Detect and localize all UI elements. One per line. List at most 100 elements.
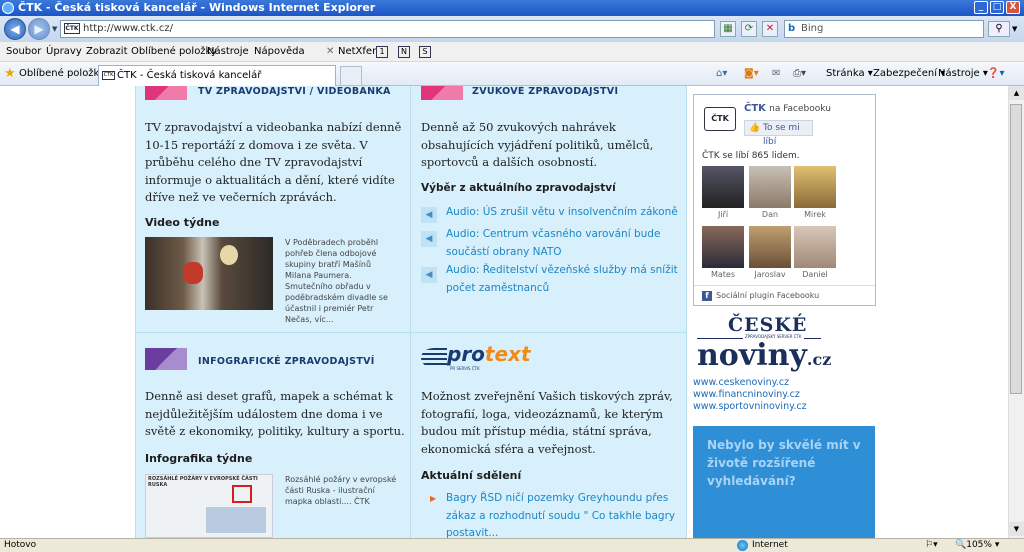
status-bar: Hotovo Internet ⚐▾ 🔍105% ▾ (0, 538, 1024, 552)
video-thumbnail[interactable] (145, 237, 273, 310)
infographic-week-heading: Infografika týdne (145, 452, 253, 465)
zoom-control[interactable]: 🔍105% ▾ (955, 539, 999, 552)
protected-mode-icon[interactable]: ⚐▾ (925, 539, 938, 552)
search-placeholder: Bing (801, 23, 824, 34)
tv-title[interactable]: TV ZPRAVODAJSTVÍ / VIDEOBANKA (198, 86, 391, 97)
tv-text: TV zpravodajství a videobanka nabízí den… (145, 120, 402, 204)
window-title-bar: ČTK - Česká tisková kancelář - Windows I… (0, 0, 1024, 16)
toolbar-n-icon[interactable]: N (398, 46, 410, 58)
fb-face-dan[interactable] (749, 166, 791, 208)
history-dropdown-icon[interactable]: ▼ (52, 25, 57, 33)
fb-face-jiri[interactable] (702, 166, 744, 208)
audio-link-3[interactable]: Audio: Ředitelství vězeňské služby má sn… (446, 262, 678, 297)
link-financninoviny[interactable]: www.financninoviny.cz (693, 389, 800, 401)
tab-favicon-icon: ČTK (102, 71, 115, 80)
search-options-icon[interactable]: ▼ (1012, 25, 1017, 33)
menu-file[interactable]: Soubor (6, 42, 41, 62)
protext-news-link[interactable]: Bagry ŘSD ničí pozemky Greyhoundu přes z… (446, 490, 678, 538)
fb-face-name: Mirek (804, 210, 826, 219)
tab-title: ČTK - Česká tisková kancelář (117, 70, 262, 81)
print-icon[interactable]: ⎙▾ (793, 62, 806, 86)
link-ceskenoviny[interactable]: www.ceskenoviny.cz (693, 377, 789, 389)
infographic-thumb-title: ROZSÁHLÉ POŽÁRY V EVROPSKÉ ČÁSTI RUSKA (148, 476, 258, 488)
menu-help[interactable]: Nápověda (254, 42, 305, 62)
compatibility-icon[interactable]: ▦ (720, 21, 736, 37)
fb-face-daniel[interactable] (794, 226, 836, 268)
toolbar-1-icon[interactable]: 1 (376, 46, 388, 58)
ctk-fb-logo-icon: ČTK (704, 107, 736, 131)
fb-face-name: Mates (710, 270, 736, 279)
internet-globe-icon (737, 540, 748, 551)
rss-icon[interactable]: ◙▾ (744, 62, 759, 86)
protext-logo: protext (447, 342, 531, 366)
fb-plugin-label[interactable]: Sociální plugin Facebooku (716, 291, 819, 300)
tab-ctk[interactable]: ČTK ČTK - Česká tisková kancelář (98, 65, 336, 86)
close-button[interactable]: X (1006, 1, 1020, 14)
home-icon[interactable]: ⌂▾ (716, 62, 727, 86)
mail-icon[interactable]: ✉ (772, 62, 780, 86)
favorites-star-icon[interactable]: ★ (4, 62, 16, 86)
scrollbar-thumb[interactable] (1010, 104, 1022, 394)
infographic-caption[interactable]: Rozsáhlé požáry v evropské části Ruska -… (285, 474, 397, 507)
protext-logo-icon (421, 348, 447, 368)
favorites-bar: ★ Oblíbené položky ČTK ČTK - Česká tisko… (0, 62, 1024, 86)
security-menu[interactable]: Zabezpečení ▾ (873, 62, 945, 86)
new-tab-button[interactable] (340, 66, 362, 86)
scroll-down-icon[interactable]: ▼ (1009, 522, 1024, 536)
navigation-bar: ◀ ▶ ▼ ČTK http://www.ctk.cz/ ▦ ⟳ ✕ b Bin… (0, 16, 1024, 42)
ceskenoviny-logo-top[interactable]: ČESKÉ (728, 314, 807, 336)
map-area-shape (206, 507, 266, 533)
audio-link-2[interactable]: Audio: Centrum včasného varování bude so… (446, 226, 678, 261)
search-input[interactable]: b Bing (784, 20, 984, 38)
bing-ad-banner[interactable]: Nebylo by skvělé mít v životě rozšířené … (693, 426, 875, 538)
menu-view[interactable]: Zobrazit (86, 42, 128, 62)
fb-face-name: Jiří (717, 210, 729, 219)
netxfer-icon[interactable]: ✕ (326, 42, 334, 62)
scroll-up-icon[interactable]: ▲ (1009, 86, 1024, 100)
map-highlight-shape (232, 485, 252, 503)
toolbar-s-icon[interactable]: S (419, 46, 431, 58)
speaker-icon: ◀ (421, 207, 437, 223)
refresh-icon[interactable]: ⟳ (741, 21, 757, 37)
maximize-button[interactable]: □ (990, 1, 1004, 14)
tools-menu[interactable]: Nástroje ▾ (938, 62, 988, 86)
ceskenoviny-logo[interactable]: noviny.cz (697, 338, 831, 373)
menu-edit[interactable]: Úpravy (46, 42, 82, 62)
address-field[interactable]: ČTK http://www.ctk.cz/ (60, 20, 715, 38)
fb-like-button[interactable]: 👍 To se mi líbí (744, 120, 813, 147)
stop-icon[interactable]: ✕ (762, 21, 778, 37)
ie-icon (2, 2, 14, 14)
help-icon[interactable]: ❓▾ (987, 62, 1004, 86)
audio-title[interactable]: ZVUKOVÉ ZPRAVODAJSTVÍ (472, 86, 618, 97)
infographic-thumbnail[interactable]: ROZSÁHLÉ POŽÁRY V EVROPSKÉ ČÁSTI RUSKA (145, 474, 273, 538)
infographic-title[interactable]: INFOGRAFICKÉ ZPRAVODAJSTVÍ (198, 356, 375, 367)
forward-button[interactable]: ▶ (28, 18, 50, 40)
fb-page-name[interactable]: ČTK na Facebooku (744, 103, 831, 114)
video-caption[interactable]: V Poděbradech proběhl pohřeb člena odboj… (285, 237, 397, 325)
fb-face-mates[interactable] (702, 226, 744, 268)
infographic-text: Denně asi deset grafů, mapek a schémat k… (145, 389, 405, 438)
fb-like-count: ČTK se líbí 865 lidem. (702, 151, 800, 161)
audio-logo-icon (421, 86, 463, 100)
menu-favorites[interactable]: Oblíbené položky (131, 42, 217, 62)
facebook-box: ČTK ČTK na Facebooku 👍 To se mi líbí ČTK… (693, 94, 876, 306)
fb-face-jaroslav[interactable] (749, 226, 791, 268)
link-sportovninoviny[interactable]: www.sportovninoviny.cz (693, 401, 807, 413)
window-title: ČTK - Česká tisková kancelář - Windows I… (18, 1, 376, 14)
address-url: http://www.ctk.cz/ (83, 23, 173, 34)
favorites-button[interactable]: Oblíbené položky (19, 62, 105, 86)
fb-face-name: Jaroslav (754, 270, 786, 279)
netxfer-label[interactable]: NetXfer (338, 42, 376, 62)
back-button[interactable]: ◀ (4, 18, 26, 40)
speaker-icon: ◀ (421, 231, 437, 247)
audio-link-1[interactable]: Audio: ÚS zrušil větu v insolvenčním zák… (446, 204, 678, 222)
fb-face-name: Daniel (802, 270, 828, 279)
page-menu[interactable]: Stránka ▾ (826, 62, 873, 86)
fb-face-mirek[interactable] (794, 166, 836, 208)
audio-text: Denně až 50 zvukových nahrávek obsahujíc… (421, 120, 654, 169)
search-button[interactable]: ⚲ (988, 21, 1010, 37)
audio-selection-heading: Výběr z aktuálního zpravodajství (421, 182, 616, 194)
menu-tools[interactable]: Nástroje (207, 42, 249, 62)
thumbs-up-icon: 👍 (749, 123, 761, 133)
minimize-button[interactable]: _ (974, 1, 988, 14)
